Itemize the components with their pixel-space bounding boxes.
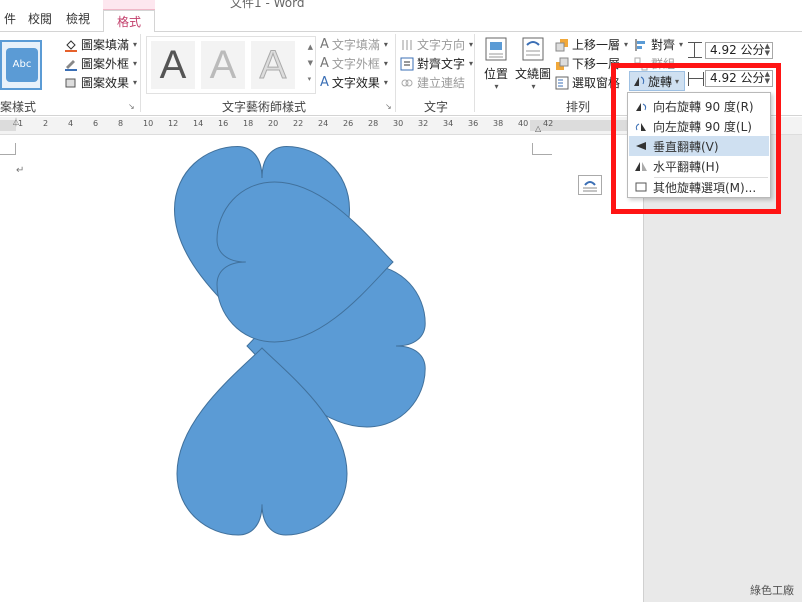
- height-spinner[interactable]: 4.92 公分 ▲ ▼: [705, 42, 773, 59]
- selection-pane-icon: [555, 76, 569, 90]
- shape-fill-label: 圖案填滿: [81, 38, 130, 52]
- highlight-annotation-box: [611, 63, 781, 214]
- shape-effects-button[interactable]: 圖案效果 ▾: [64, 74, 137, 91]
- drawing-tools-header: [103, 0, 155, 10]
- text-direction-button[interactable]: 文字方向 ▾: [400, 36, 473, 53]
- tab-review[interactable]: 校閱: [28, 10, 52, 27]
- tab-file[interactable]: 件: [4, 10, 16, 27]
- text-direction-icon: [400, 38, 414, 52]
- send-backward-icon: [555, 57, 569, 71]
- ruler-number: 26: [343, 119, 354, 128]
- shape-fill-button[interactable]: 圖案填滿 ▾: [64, 36, 137, 53]
- bring-forward-label: 上移一層: [572, 38, 621, 52]
- wrap-text-button[interactable]: 文繞圖 ▾: [514, 36, 552, 94]
- text-effects-icon: A: [320, 75, 329, 90]
- text-group-label: 文字: [424, 100, 449, 114]
- wordart-gallery[interactable]: A A A ▲ ▼ ▾: [146, 36, 316, 94]
- arrange-group-label: 排列: [566, 100, 591, 114]
- right-indent-icon[interactable]: △: [535, 124, 541, 133]
- wordart-style-2[interactable]: A: [201, 41, 245, 89]
- paint-bucket-icon: [64, 38, 78, 52]
- height-icon: [688, 42, 702, 58]
- bring-forward-icon: [555, 38, 569, 52]
- ruler-number: 6: [93, 119, 99, 128]
- group-separator: [140, 34, 141, 112]
- text-fill-button[interactable]: A 文字填滿 ▾: [320, 36, 388, 53]
- dialog-launcher-icon[interactable]: ↘: [385, 102, 392, 111]
- ruler-number: 36: [468, 119, 479, 128]
- watermark: 綠色工廠: [750, 584, 794, 597]
- text-outline-label: 文字外框: [331, 57, 380, 71]
- text-direction-label: 文字方向: [417, 38, 466, 52]
- bring-forward-button[interactable]: 上移一層 ▾: [555, 36, 628, 53]
- wrap-text-label: 文繞圖: [514, 67, 551, 81]
- ruler-number: 18: [243, 119, 254, 128]
- height-value: 4.92 公分: [710, 43, 765, 57]
- wordart-style-3[interactable]: A: [251, 41, 295, 89]
- align-icon: [634, 38, 648, 52]
- ruler-number: 30: [393, 119, 404, 128]
- create-link-label: 建立連結: [417, 76, 466, 90]
- spinner-arrows-icon[interactable]: ▲ ▼: [765, 43, 770, 57]
- ruler-number: 12: [168, 119, 179, 128]
- ruler-number: 22: [293, 119, 304, 128]
- ruler-number: 14: [193, 119, 204, 128]
- shape-style-gallery[interactable]: Abc: [0, 40, 42, 90]
- document-page[interactable]: ↵: [0, 135, 643, 602]
- ruler-number: 24: [318, 119, 329, 128]
- ruler-number: 42: [543, 119, 554, 128]
- dialog-launcher-icon[interactable]: ↘: [128, 102, 135, 111]
- ruler-number: 4: [68, 119, 74, 128]
- group-separator: [395, 34, 396, 112]
- position-button[interactable]: 位置 ▾: [482, 36, 510, 94]
- ruler-number: 16: [218, 119, 229, 128]
- ruler-number: 32: [418, 119, 429, 128]
- tab-view[interactable]: 檢視: [66, 10, 90, 27]
- text-outline-button[interactable]: A 文字外框 ▾: [320, 55, 388, 72]
- window-title: 文件1 - Word: [230, 0, 305, 10]
- pencil-icon: [64, 57, 78, 71]
- text-effects-button[interactable]: A 文字效果 ▾: [320, 74, 388, 91]
- align-text-button[interactable]: 對齊文字 ▾: [400, 55, 473, 72]
- align-text-icon: [400, 57, 414, 71]
- indent-marker-icon[interactable]: ⏃: [12, 117, 20, 128]
- ruler-number: 28: [368, 119, 379, 128]
- group-separator: [474, 34, 475, 112]
- link-icon: [400, 76, 414, 90]
- ruler-number: 40: [518, 119, 529, 128]
- create-link-button[interactable]: 建立連結: [400, 74, 465, 91]
- shape-style-sample: Abc: [6, 48, 38, 82]
- ruler-number: 2: [43, 119, 49, 128]
- position-label: 位置: [483, 67, 508, 81]
- align-button[interactable]: 對齊 ▾: [634, 36, 683, 53]
- wordart-scroll-icon[interactable]: ▲ ▼ ▾: [308, 39, 313, 87]
- ruler-number: 8: [118, 119, 124, 128]
- shape-styles-group-label: 案樣式: [0, 100, 37, 114]
- wordart-style-1[interactable]: A: [151, 41, 195, 89]
- wrap-text-icon: [522, 37, 544, 61]
- ribbon-tab-bar: 文件1 - Word 件 校閱 檢視 格式: [0, 0, 802, 33]
- shape-outline-label: 圖案外框: [81, 57, 130, 71]
- wordart-group-label: 文字藝術師樣式: [222, 100, 307, 114]
- shape-effects-label: 圖案效果: [81, 76, 130, 90]
- ruler-number: 10: [143, 119, 154, 128]
- text-fill-label: 文字填滿: [331, 38, 380, 52]
- shape-outline-button[interactable]: 圖案外框 ▾: [64, 55, 137, 72]
- ruler-number: 34: [443, 119, 454, 128]
- text-effects-label: 文字效果: [331, 76, 380, 90]
- text-outline-icon: A: [320, 56, 329, 71]
- ruler-number: 20: [268, 119, 279, 128]
- shape-effects-icon: [64, 76, 78, 90]
- position-icon: [485, 37, 507, 61]
- align-label: 對齊: [651, 38, 676, 52]
- heart-shapes-canvas: [173, 145, 427, 536]
- align-text-label: 對齊文字: [417, 57, 466, 71]
- text-fill-icon: A: [320, 37, 329, 52]
- tab-format[interactable]: 格式: [103, 10, 155, 33]
- ruler-number: 38: [493, 119, 504, 128]
